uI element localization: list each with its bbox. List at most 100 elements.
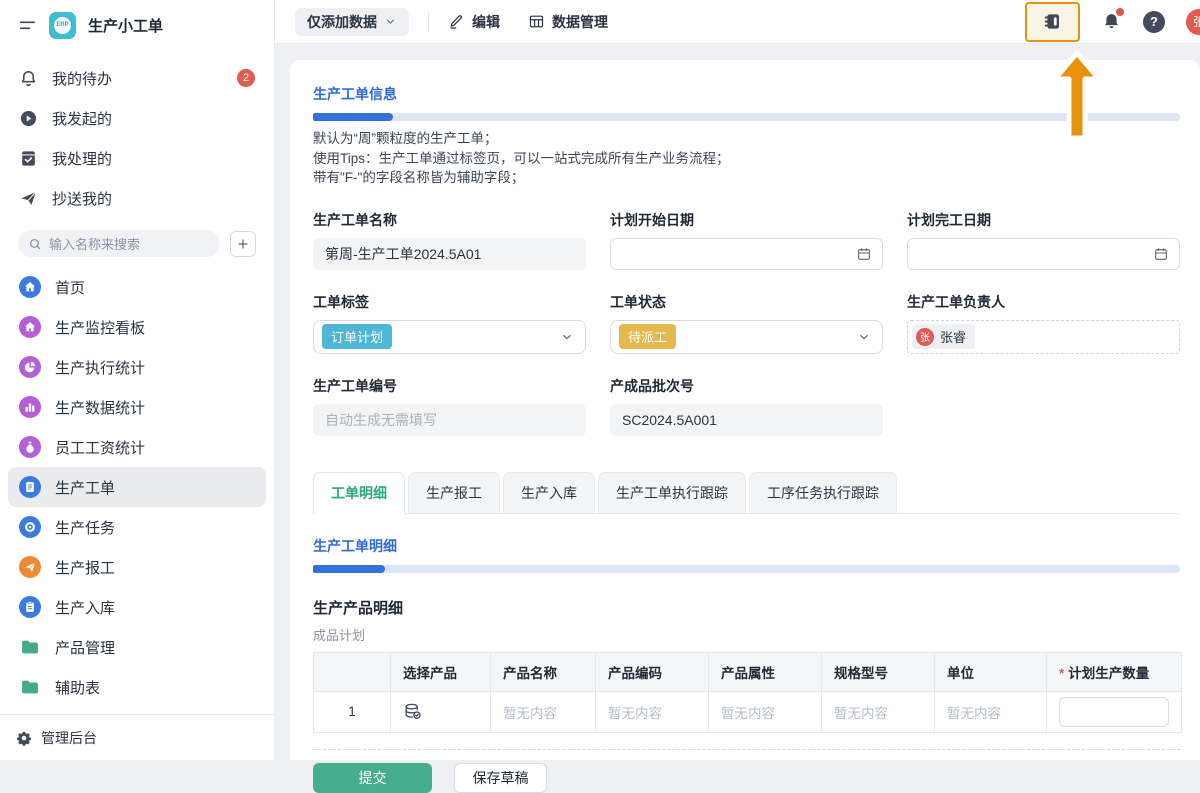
description-line: 带有"F-"的字段名称皆为辅助字段； (313, 168, 1180, 188)
data-manage-button[interactable]: 数据管理 (528, 12, 608, 32)
batch-no-field: SC2024.5A001 (610, 404, 883, 436)
money-bag-icon (19, 436, 41, 458)
section-title-order-info: 生产工单信息 (313, 84, 1180, 104)
owner-label: 生产工单负责人 (907, 292, 1180, 312)
sidebar-item[interactable]: 产品管理 (8, 627, 266, 667)
edit-button[interactable]: 编辑 (448, 12, 500, 32)
tab-item[interactable]: 生产入库 (503, 472, 595, 513)
detail-tabs: 工单明细生产报工生产入库生产工单执行跟踪工序任务执行跟踪 (313, 472, 1180, 514)
tab-item[interactable]: 生产工单执行跟踪 (598, 472, 746, 513)
app-logo: ERP (49, 12, 76, 39)
notebook-icon (1042, 11, 1063, 32)
sidebar-item[interactable]: 员工工资统计 (8, 427, 266, 467)
submit-button[interactable]: 提交 (313, 763, 432, 793)
table-cell: 暂无内容 (935, 691, 1047, 732)
form-panel: 生产工单信息 默认为“周”颗粒度的生产工单； 使用Tips：生产工单通过标签页，… (290, 60, 1200, 760)
table-cell: 暂无内容 (709, 691, 822, 732)
table-cell: 暂无内容 (822, 691, 935, 732)
sidebar-header: ERP 生产小工单 (0, 0, 274, 50)
data-manage-label: 数据管理 (552, 12, 608, 32)
order-tag: 订单计划 (322, 324, 392, 349)
admin-backend-link[interactable]: 管理后台 (0, 714, 274, 760)
sidebar-item[interactable]: 生产报工 (8, 547, 266, 587)
edit-label: 编辑 (472, 12, 500, 32)
play-circle-icon (19, 109, 38, 128)
mode-dropdown-button[interactable]: 仅添加数据 (295, 8, 409, 36)
sidebar-item[interactable]: 生产任务 (8, 507, 266, 547)
home-icon (19, 276, 41, 298)
qty-input[interactable] (1059, 697, 1169, 727)
search-input[interactable]: 输入名称来搜索 (18, 230, 220, 257)
tab-item[interactable]: 工序任务执行跟踪 (749, 472, 897, 513)
personal-nav: 我的待办 2 我发起的我处理的抄送我的 (0, 50, 274, 220)
clipboard-icon (19, 596, 41, 618)
sidebar-item[interactable]: 生产监控看板 (8, 307, 266, 347)
notification-badge: 2 (237, 69, 255, 87)
order-tag-select[interactable]: 订单计划 (313, 320, 586, 354)
sidebar-item[interactable]: 生产工单 (8, 467, 266, 507)
sidebar-item[interactable]: 抄送我的 (0, 178, 274, 218)
bar-chart-icon (19, 396, 41, 418)
notifications-button[interactable] (1101, 11, 1122, 32)
sidebar-item[interactable]: 辅助表 (8, 667, 266, 707)
plan-finish-date-input[interactable] (907, 238, 1180, 270)
sidebar-item-label: 抄送我的 (52, 188, 112, 209)
table-row: 1暂无内容暂无内容暂无内容暂无内容暂无内容 (314, 691, 1182, 732)
folder-icon (19, 676, 41, 698)
order-tag-label: 工单标签 (313, 292, 586, 312)
admin-backend-label: 管理后台 (41, 728, 97, 748)
sidebar-item-label: 生产入库 (55, 597, 115, 618)
table-header-cell: 产品编码 (596, 652, 709, 691)
app-logo-text: ERP (54, 17, 71, 34)
pie-chart-icon (19, 356, 41, 378)
qty-cell (1047, 691, 1182, 732)
sidebar-item-label: 我处理的 (52, 148, 112, 169)
help-button[interactable]: ? (1143, 11, 1165, 33)
mode-dropdown-label: 仅添加数据 (307, 12, 377, 32)
owner-avatar: 张 (916, 328, 934, 346)
plan-start-label: 计划开始日期 (610, 210, 883, 230)
notebook-button-highlighted[interactable] (1025, 2, 1080, 42)
sidebar-item[interactable]: 我处理的 (0, 138, 274, 178)
plan-start-date-input[interactable] (610, 238, 883, 270)
document-icon (19, 476, 41, 498)
order-status-label: 工单状态 (610, 292, 883, 312)
table-cell: 暂无内容 (491, 691, 596, 732)
sidebar-item-label: 生产报工 (55, 557, 115, 578)
paper-plane-icon (19, 189, 38, 208)
table-grid-icon (528, 13, 545, 30)
sidebar-item[interactable]: 生产执行统计 (8, 347, 266, 387)
sidebar-item[interactable]: 生产数据统计 (8, 387, 266, 427)
order-no-field: 自动生成无需填写 (313, 404, 586, 436)
add-button[interactable] (230, 231, 256, 257)
select-product-cell[interactable] (391, 691, 491, 732)
dashed-divider (313, 749, 1180, 750)
gear-icon (16, 730, 32, 746)
hamburger-icon[interactable] (18, 16, 37, 35)
owner-chip: 张 张睿 (912, 324, 975, 349)
order-status-select[interactable]: 待派工 (610, 320, 883, 354)
tab-active[interactable]: 工单明细 (313, 472, 405, 514)
user-avatar[interactable]: 张 (1186, 9, 1200, 35)
sidebar-item[interactable]: 首页 (8, 267, 266, 307)
action-buttons: 提交 保存草稿 (313, 763, 1180, 793)
sidebar-item[interactable]: 生产入库 (8, 587, 266, 627)
owner-picker[interactable]: 张 张睿 (907, 320, 1180, 354)
table-header-cell: 产品名称 (491, 652, 596, 691)
save-draft-button[interactable]: 保存草稿 (454, 763, 547, 793)
home-icon (19, 316, 41, 338)
topbar-right-group: ? 张 (1025, 2, 1200, 42)
calendar-icon (856, 246, 872, 262)
row-index: 1 (314, 691, 391, 732)
tab-item[interactable]: 生产报工 (408, 472, 500, 513)
menu-nav: 首页生产监控看板生产执行统计生产数据统计员工工资统计生产工单生产任务生产报工生产… (0, 261, 274, 714)
section-title-order-detail: 生产工单明细 (313, 536, 1180, 556)
sidebar-item[interactable]: 我的待办 2 (0, 58, 274, 98)
sidebar-item-label: 我的待办 (52, 68, 112, 89)
required-marker: * (1059, 666, 1064, 681)
product-detail-subheading: 成品计划 (313, 625, 1180, 644)
order-no-label: 生产工单编号 (313, 376, 586, 396)
progress-bar (313, 113, 1180, 121)
sidebar-item[interactable]: 我发起的 (0, 98, 274, 138)
table-header-cell: 产品属性 (709, 652, 822, 691)
